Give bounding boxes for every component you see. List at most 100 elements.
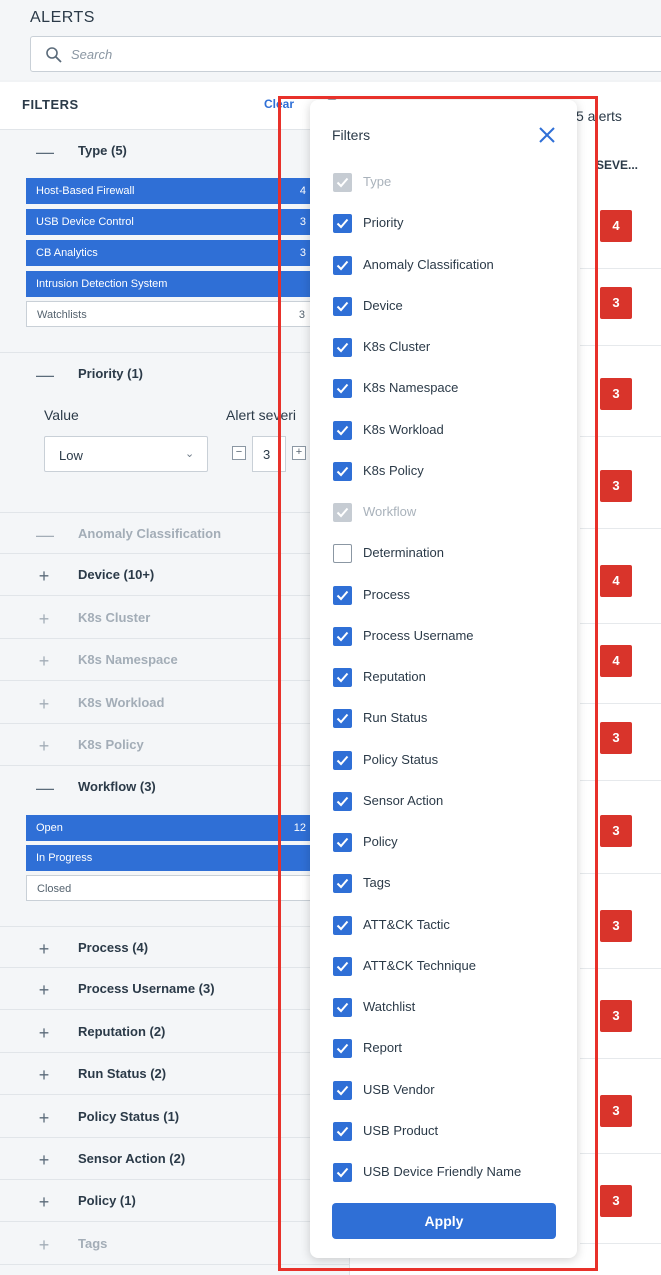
severity-decrement-button[interactable]: − (232, 446, 246, 460)
checkbox[interactable] (333, 668, 352, 687)
filter-chip[interactable]: In Progress (26, 845, 336, 871)
filter-section[interactable]: + Sensor Action (2) (0, 1138, 350, 1180)
clear-filters-link[interactable]: Clear (264, 97, 294, 111)
checkbox[interactable] (333, 998, 352, 1017)
filter-option[interactable]: Priority (333, 214, 563, 236)
checkbox[interactable] (333, 462, 352, 481)
checkbox[interactable] (333, 874, 352, 893)
checkbox[interactable] (333, 916, 352, 935)
filter-section-workflow[interactable]: — Workflow (3) (0, 766, 350, 808)
filter-section[interactable]: + Policy (1) (0, 1180, 350, 1222)
filter-section[interactable]: — Anomaly Classification (0, 512, 350, 554)
checkbox[interactable] (333, 1163, 352, 1182)
checkbox[interactable] (333, 544, 352, 563)
collapse-icon[interactable]: — (36, 525, 54, 546)
filter-option[interactable]: Tags (333, 874, 563, 896)
expand-icon[interactable]: + (36, 609, 52, 630)
checkbox[interactable] (333, 379, 352, 398)
filter-section-type[interactable]: — Type (5) (0, 130, 350, 172)
checkbox[interactable] (333, 297, 352, 316)
filter-option[interactable]: Anomaly Classification (333, 256, 563, 278)
checkbox[interactable] (333, 751, 352, 770)
filter-chip[interactable]: Intrusion Detection System (26, 271, 336, 297)
expand-icon[interactable]: + (36, 1065, 52, 1086)
checkbox[interactable] (333, 214, 352, 233)
filter-section[interactable]: + K8s Cluster (0, 597, 350, 639)
severity-stepper-value[interactable]: 3 (252, 436, 286, 472)
filter-option[interactable]: Process Username (333, 627, 563, 649)
close-icon[interactable] (536, 124, 558, 146)
filter-section[interactable]: + Process (4) (0, 926, 350, 968)
expand-icon[interactable]: + (36, 651, 52, 672)
row-divider (580, 528, 661, 529)
filter-option[interactable]: Policy (333, 833, 563, 855)
collapse-icon[interactable]: — (36, 365, 54, 386)
filter-option[interactable]: Sensor Action (333, 792, 563, 814)
filter-option[interactable]: Determination (333, 544, 563, 566)
filter-option[interactable]: Policy Status (333, 751, 563, 773)
checkbox[interactable] (333, 627, 352, 646)
checkbox[interactable] (333, 1122, 352, 1141)
filter-chip[interactable]: Host-Based Firewall 4 (26, 178, 336, 204)
expand-icon[interactable]: + (36, 1235, 52, 1256)
filter-option[interactable]: USB Device Friendly Name (333, 1163, 563, 1185)
apply-button[interactable]: Apply (332, 1203, 556, 1239)
filter-section-priority[interactable]: — Priority (1) (0, 352, 350, 394)
filter-option[interactable]: Process (333, 586, 563, 608)
collapse-icon[interactable]: — (36, 778, 54, 799)
filter-chip[interactable]: Closed (26, 875, 336, 901)
search-input[interactable] (71, 37, 631, 71)
expand-icon[interactable]: + (36, 1108, 52, 1129)
checkbox[interactable] (333, 421, 352, 440)
filter-option[interactable]: ATT&CK Tactic (333, 916, 563, 938)
filter-chip[interactable]: USB Device Control 3 (26, 209, 336, 235)
expand-icon[interactable]: + (36, 566, 52, 587)
chip-label: Closed (37, 883, 72, 895)
filter-option[interactable]: Report (333, 1039, 563, 1061)
filter-chip[interactable]: CB Analytics 3 (26, 240, 336, 266)
filter-option[interactable]: K8s Cluster (333, 338, 563, 360)
filter-option[interactable]: Device (333, 297, 563, 319)
filter-section[interactable]: + K8s Workload (0, 682, 350, 724)
expand-icon[interactable]: + (36, 1150, 52, 1171)
expand-icon[interactable]: + (36, 939, 52, 960)
filter-option[interactable]: K8s Policy (333, 462, 563, 484)
checkbox[interactable] (333, 709, 352, 728)
checkbox[interactable] (333, 586, 352, 605)
checkbox[interactable] (333, 1039, 352, 1058)
filter-option[interactable]: Watchlist (333, 998, 563, 1020)
filter-section[interactable]: + Device (10+) (0, 554, 350, 596)
checkbox[interactable] (333, 957, 352, 976)
expand-icon[interactable]: + (36, 736, 52, 757)
filter-option[interactable]: USB Vendor (333, 1081, 563, 1103)
priority-value-select[interactable]: Low ⌄ (44, 436, 208, 472)
filter-section[interactable]: + Policy Status (1) (0, 1096, 350, 1138)
search-bar[interactable] (30, 36, 661, 72)
filter-section[interactable]: + Reputation (2) (0, 1011, 350, 1053)
expand-icon[interactable]: + (36, 980, 52, 1001)
filter-option[interactable]: K8s Namespace (333, 379, 563, 401)
filter-option[interactable]: USB Product (333, 1122, 563, 1144)
filter-option[interactable]: ATT&CK Technique (333, 957, 563, 979)
filter-option[interactable]: K8s Workload (333, 421, 563, 443)
checkbox[interactable] (333, 833, 352, 852)
filter-option[interactable]: Reputation (333, 668, 563, 690)
severity-increment-button[interactable]: + (292, 446, 306, 460)
expand-icon[interactable]: + (36, 694, 52, 715)
expand-icon[interactable]: + (36, 1192, 52, 1213)
filter-section[interactable]: + Run Status (2) (0, 1053, 350, 1095)
filter-section[interactable]: + K8s Namespace (0, 639, 350, 681)
checkbox[interactable] (333, 256, 352, 275)
filter-section[interactable]: + Process Username (3) (0, 968, 350, 1010)
filter-chip[interactable]: Open 12 (26, 815, 336, 841)
checkbox[interactable] (333, 338, 352, 357)
collapse-icon[interactable]: — (36, 142, 54, 163)
severity-column-header[interactable]: SEVE... (596, 158, 638, 172)
checkbox[interactable] (333, 792, 352, 811)
filter-option[interactable]: Run Status (333, 709, 563, 731)
filter-section[interactable]: + Tags (0, 1223, 350, 1265)
checkbox[interactable] (333, 1081, 352, 1100)
expand-icon[interactable]: + (36, 1023, 52, 1044)
filter-chip[interactable]: Watchlists 3 (26, 301, 336, 327)
filter-section[interactable]: + K8s Policy (0, 724, 350, 766)
